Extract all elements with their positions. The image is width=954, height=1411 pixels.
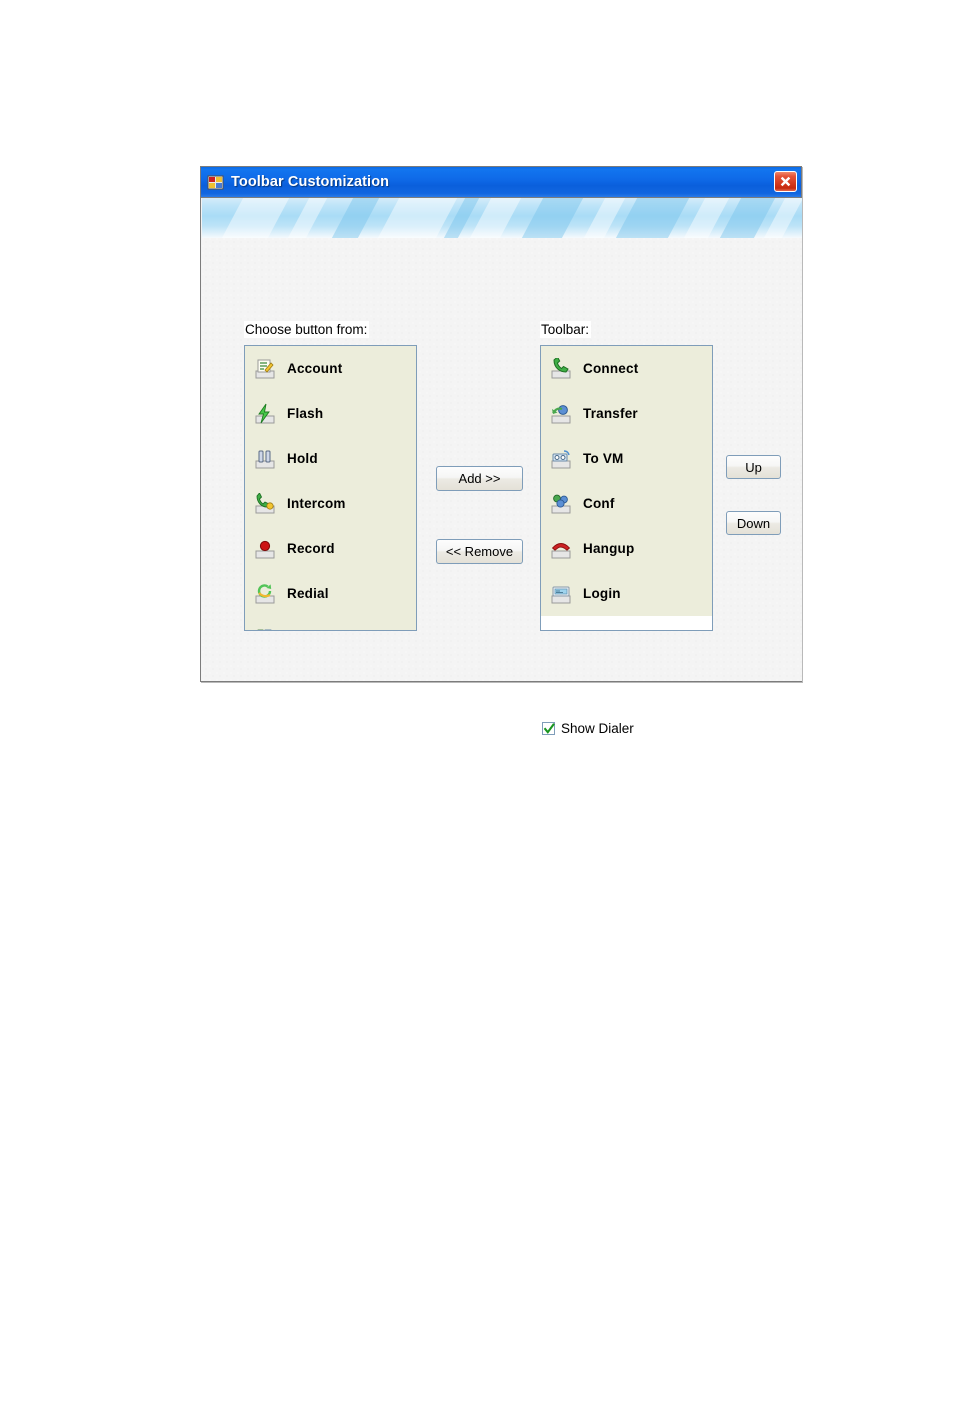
list-item[interactable]: Login <box>541 571 712 616</box>
login-icon <box>550 583 572 605</box>
window-title: Toolbar Customization <box>231 174 390 190</box>
to-vm-icon <box>550 448 572 470</box>
show-dialer-checkbox-row[interactable]: Show Dialer <box>540 720 637 737</box>
app-window-icon <box>207 174 224 191</box>
list-item[interactable]: Account <box>245 346 416 391</box>
list-item[interactable]: Hold <box>245 436 416 481</box>
list-item[interactable]: Conf <box>541 481 712 526</box>
add-button[interactable]: Add >> <box>436 466 523 491</box>
conference-icon <box>550 493 572 515</box>
list-item[interactable]: Flash <box>245 391 416 436</box>
list-item[interactable]: Connect <box>541 346 712 391</box>
toolbar-customization-dialog: Toolbar Customization Choose button from… <box>200 166 802 737</box>
list-item-label: Intercom <box>287 496 346 511</box>
connect-icon <box>550 355 572 380</box>
transfer-icon <box>550 403 572 425</box>
to-aa-icon <box>254 628 276 630</box>
list-item-label: To VM <box>583 451 624 466</box>
intercom-icon <box>254 491 276 515</box>
available-buttons-listbox[interactable]: Account Flash Hold Intercom Record Redia… <box>244 345 417 631</box>
redial-icon <box>254 583 276 605</box>
list-item-label: Hold <box>287 451 318 466</box>
remove-button[interactable]: << Remove <box>436 539 523 564</box>
show-dialer-checkbox[interactable] <box>542 722 555 735</box>
account-icon <box>254 358 276 380</box>
hangup-icon <box>550 538 572 560</box>
record-icon <box>254 538 276 560</box>
close-icon[interactable] <box>774 171 797 192</box>
hold-icon <box>254 448 276 470</box>
list-item[interactable]: Redial <box>245 571 416 616</box>
choose-button-from-label: Choose button from: <box>244 321 370 338</box>
move-down-button[interactable]: Down <box>726 511 781 535</box>
list-item-label: Connect <box>583 361 639 376</box>
toolbar-buttons-listbox[interactable]: Connect Transfer To VM Conf Hangup Login <box>540 345 713 631</box>
title-bar[interactable]: Toolbar Customization <box>201 167 801 198</box>
list-item[interactable]: Hangup <box>541 526 712 571</box>
toolbar-label: Toolbar: <box>540 321 592 338</box>
decorative-banner <box>202 198 802 238</box>
list-item[interactable]: Transfer <box>541 391 712 436</box>
checkmark-icon <box>543 723 555 734</box>
list-item-label: Login <box>583 586 621 601</box>
list-item-label: Account <box>287 361 343 376</box>
list-item[interactable]: To AA <box>245 616 416 630</box>
show-dialer-label: Show Dialer <box>561 721 634 736</box>
move-up-button[interactable]: Up <box>726 455 781 479</box>
list-item-label: Flash <box>287 406 324 421</box>
flash-icon <box>254 403 276 425</box>
dialog-client-area: Choose button from: Toolbar: Account Fla… <box>202 238 802 737</box>
list-item-label: Conf <box>583 496 615 511</box>
list-item-label: Redial <box>287 586 329 601</box>
list-item[interactable]: Record <box>245 526 416 571</box>
list-item-label: Transfer <box>583 406 638 421</box>
list-item-label: Record <box>287 541 335 556</box>
list-item-label: Hangup <box>583 541 635 556</box>
list-item[interactable]: To VM <box>541 436 712 481</box>
list-item[interactable]: Intercom <box>245 481 416 526</box>
